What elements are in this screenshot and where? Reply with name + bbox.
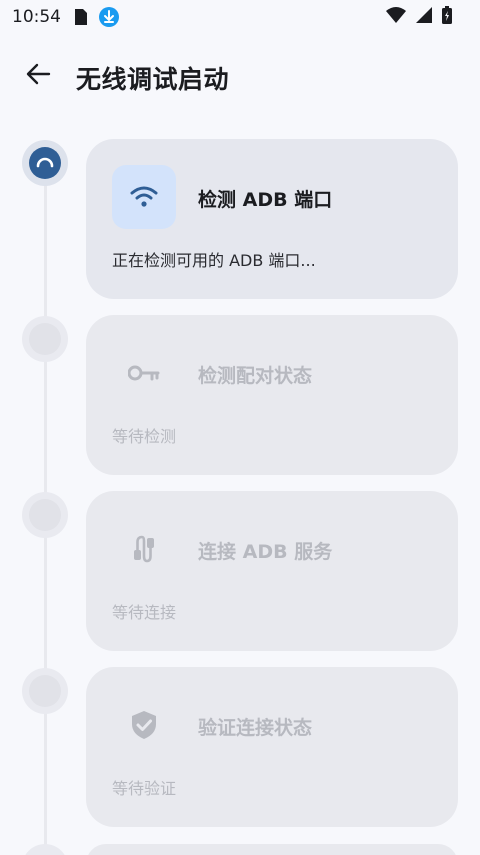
step-indicator-2 xyxy=(22,316,68,362)
back-button[interactable] xyxy=(22,60,54,92)
page-title: 无线调试启动 xyxy=(76,65,230,94)
status-time: 10:54 xyxy=(12,7,61,27)
step-description: 等待连接 xyxy=(112,603,177,622)
step-title: 检测 ADB 端口 xyxy=(198,189,333,211)
step-card-connect-service: 连接 ADB 服务 等待连接 xyxy=(86,491,458,651)
status-bar: 10:54 xyxy=(0,0,480,34)
step-card-pairing-status: 检测配对状态 等待检测 xyxy=(86,315,458,475)
sim-card-icon xyxy=(75,9,87,25)
progress-spinner-icon xyxy=(29,147,61,179)
app-header: 无线调试启动 xyxy=(0,52,480,102)
step-indicator-3 xyxy=(22,492,68,538)
battery-icon xyxy=(442,6,452,24)
step-card-next-peek xyxy=(86,844,458,855)
step-indicator-1 xyxy=(22,140,68,186)
step-description: 等待验证 xyxy=(112,779,177,798)
wifi-icon xyxy=(386,7,406,23)
step-description: 正在检测可用的 ADB 端口... xyxy=(112,251,316,270)
step-title: 验证连接状态 xyxy=(198,717,313,739)
cable-icon xyxy=(112,517,176,581)
key-icon xyxy=(112,341,176,405)
step-title: 连接 ADB 服务 xyxy=(198,541,333,563)
step-description: 等待检测 xyxy=(112,427,177,446)
step-card-detect-port: 检测 ADB 端口 正在检测可用的 ADB 端口... xyxy=(86,139,458,299)
download-notification-icon xyxy=(99,7,119,27)
wifi-icon xyxy=(112,165,176,229)
signal-icon xyxy=(416,7,432,23)
step-title: 检测配对状态 xyxy=(198,365,313,387)
arrow-left-icon xyxy=(25,61,51,91)
step-indicator-5 xyxy=(22,844,68,855)
shield-check-icon xyxy=(112,693,176,757)
step-card-verify-connection: 验证连接状态 等待验证 xyxy=(86,667,458,827)
step-indicator-4 xyxy=(22,668,68,714)
